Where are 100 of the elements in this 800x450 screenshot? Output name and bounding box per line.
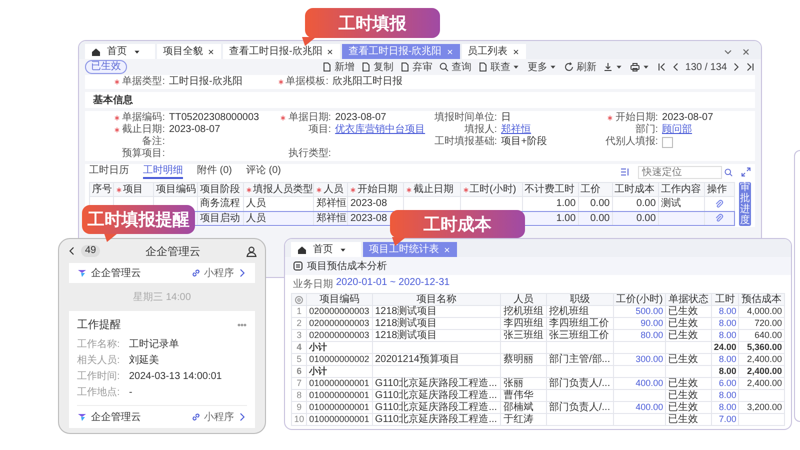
column-header: 工价: [578, 182, 612, 197]
table-cell: 5,360.00: [746, 342, 782, 352]
table-cell: 挖机班组: [548, 306, 589, 317]
table-cell: 0.00: [590, 198, 610, 210]
table-cell: G110北京延庆路段工程造...: [374, 390, 498, 401]
table-cell: 已生效: [668, 390, 698, 401]
callout-tooltip: 工时填报提醒: [82, 205, 195, 234]
field-value: 刘延美: [129, 354, 159, 368]
table-cell: 已生效: [668, 402, 698, 413]
column-header: 工时: [715, 294, 735, 305]
app-name: 企企管理云: [91, 411, 141, 424]
field-value: 日: [501, 112, 512, 124]
table-cell: 已生效: [668, 354, 698, 365]
table-cell: 24.00: [714, 342, 736, 352]
field-label: 单据类型:: [122, 76, 165, 88]
table-cell: 020000000003: [309, 330, 370, 340]
column-header: 填报人员类型: [244, 182, 314, 197]
table-cell: 3,200.00: [746, 402, 782, 412]
column-header: 截止日期: [404, 182, 460, 197]
table-cell: 挖机班组: [503, 306, 544, 317]
table-cell: 2: [296, 318, 302, 328]
callout-tooltip: 工时填报: [305, 8, 440, 38]
table-cell: 1218测试项目: [374, 306, 438, 317]
table-cell: 5: [296, 354, 302, 364]
table-cell: 400.00: [636, 378, 664, 388]
table-cell: 8.00: [718, 402, 736, 412]
column-header: 人员: [514, 294, 534, 305]
table-cell: 7.00: [718, 414, 736, 424]
message-title: 工作提醒: [77, 318, 121, 332]
table-cell: 8: [296, 390, 302, 400]
field-label: 截止日期:: [122, 124, 165, 136]
table-cell: 已生效: [668, 306, 698, 317]
table-cell: 300.00: [636, 354, 664, 364]
column-header: 单据状态: [668, 294, 708, 305]
field-label: 相关人员:: [77, 354, 121, 368]
table-cell: 郑祥恒: [316, 212, 346, 224]
table-cell: 010000000001: [309, 414, 370, 424]
table-cell: 020000000003: [309, 318, 370, 328]
table-cell: 已生效: [668, 318, 698, 329]
field-value: -: [129, 386, 132, 400]
table-cell: 邵楠斌: [503, 402, 534, 413]
table-cell: 0.00: [636, 198, 656, 210]
table-cell: 2,400.00: [746, 366, 782, 376]
table-cell: 500.00: [636, 306, 664, 316]
table-cell: 8.00: [718, 318, 736, 328]
column-header: 操作: [704, 182, 734, 197]
field-label: 工作时间:: [77, 370, 121, 384]
table-cell: 李四班组: [503, 318, 544, 329]
field-value: 欣兆阳工时日报: [332, 76, 402, 88]
table-cell: 6.00: [718, 378, 736, 388]
field-label: 单据日期:: [288, 112, 332, 124]
column-header: 项目编码: [320, 294, 360, 305]
table-cell: 4,000.00: [746, 306, 782, 316]
table-cell: 20201214预算项目: [374, 354, 460, 365]
field-value: 2023-08-07: [169, 124, 220, 136]
table-cell: 部门负责人/...: [548, 402, 610, 413]
field-label: 填报时间单位:: [434, 112, 498, 124]
app-name: 企企管理云: [91, 267, 141, 280]
table-cell: 0.00: [636, 212, 656, 224]
table-cell: 6: [296, 366, 302, 376]
status-badge: 已生效: [85, 60, 127, 74]
table-cell: 8.00: [718, 330, 736, 340]
table-cell: 010000000001: [309, 378, 370, 388]
table-cell: 1218测试项目: [374, 318, 438, 329]
table-cell: G110北京延庆路段工程造...: [374, 402, 498, 413]
table-cell: 90.00: [640, 318, 664, 328]
table-cell: 720.00: [754, 318, 782, 328]
table-cell: 10: [294, 414, 304, 424]
section-title: 基本信息: [93, 94, 134, 107]
table-cell: 8.00: [718, 390, 736, 400]
field-label: 预算项目:: [122, 148, 165, 160]
table-cell: 已生效: [668, 414, 698, 425]
table-cell: 80.00: [640, 330, 664, 340]
table-cell: 部门负责人/...: [548, 378, 610, 389]
table-cell: 曹伟华: [503, 390, 534, 401]
column-header: 项目阶段: [198, 182, 244, 197]
table-cell: 测试: [660, 198, 681, 210]
table-cell: 3: [296, 330, 302, 340]
table-cell: 张丽: [503, 378, 524, 389]
field-label: 部门:: [635, 124, 658, 136]
table-cell: 010000000001: [309, 402, 370, 412]
table-cell: 人员: [246, 198, 266, 210]
table-cell: 010000000001: [309, 390, 370, 400]
table-cell: 张三班组: [503, 330, 544, 341]
table-cell: 张三班组工价: [548, 330, 609, 341]
table-cell: 8.00: [718, 354, 736, 364]
table-cell: 人员: [246, 212, 266, 224]
callout-tooltip: 工时成本: [390, 210, 525, 238]
column-header: 工时成本: [612, 182, 658, 197]
table-cell: 小计: [309, 342, 328, 352]
field-value: 项目+阶段: [501, 136, 547, 148]
field-label: 工作地点:: [77, 386, 121, 400]
message-time: 星期三 14:00: [132, 290, 192, 305]
table-cell: 2,400.00: [746, 378, 782, 388]
table-cell: 部门主管/部...: [548, 354, 610, 365]
chat-title: 企企管理云: [146, 244, 201, 258]
field-label: 开始日期:: [615, 112, 658, 124]
field-label: 填报人:: [464, 124, 498, 136]
table-cell: 小计: [309, 366, 328, 376]
table-cell: 2023-08: [350, 198, 388, 210]
